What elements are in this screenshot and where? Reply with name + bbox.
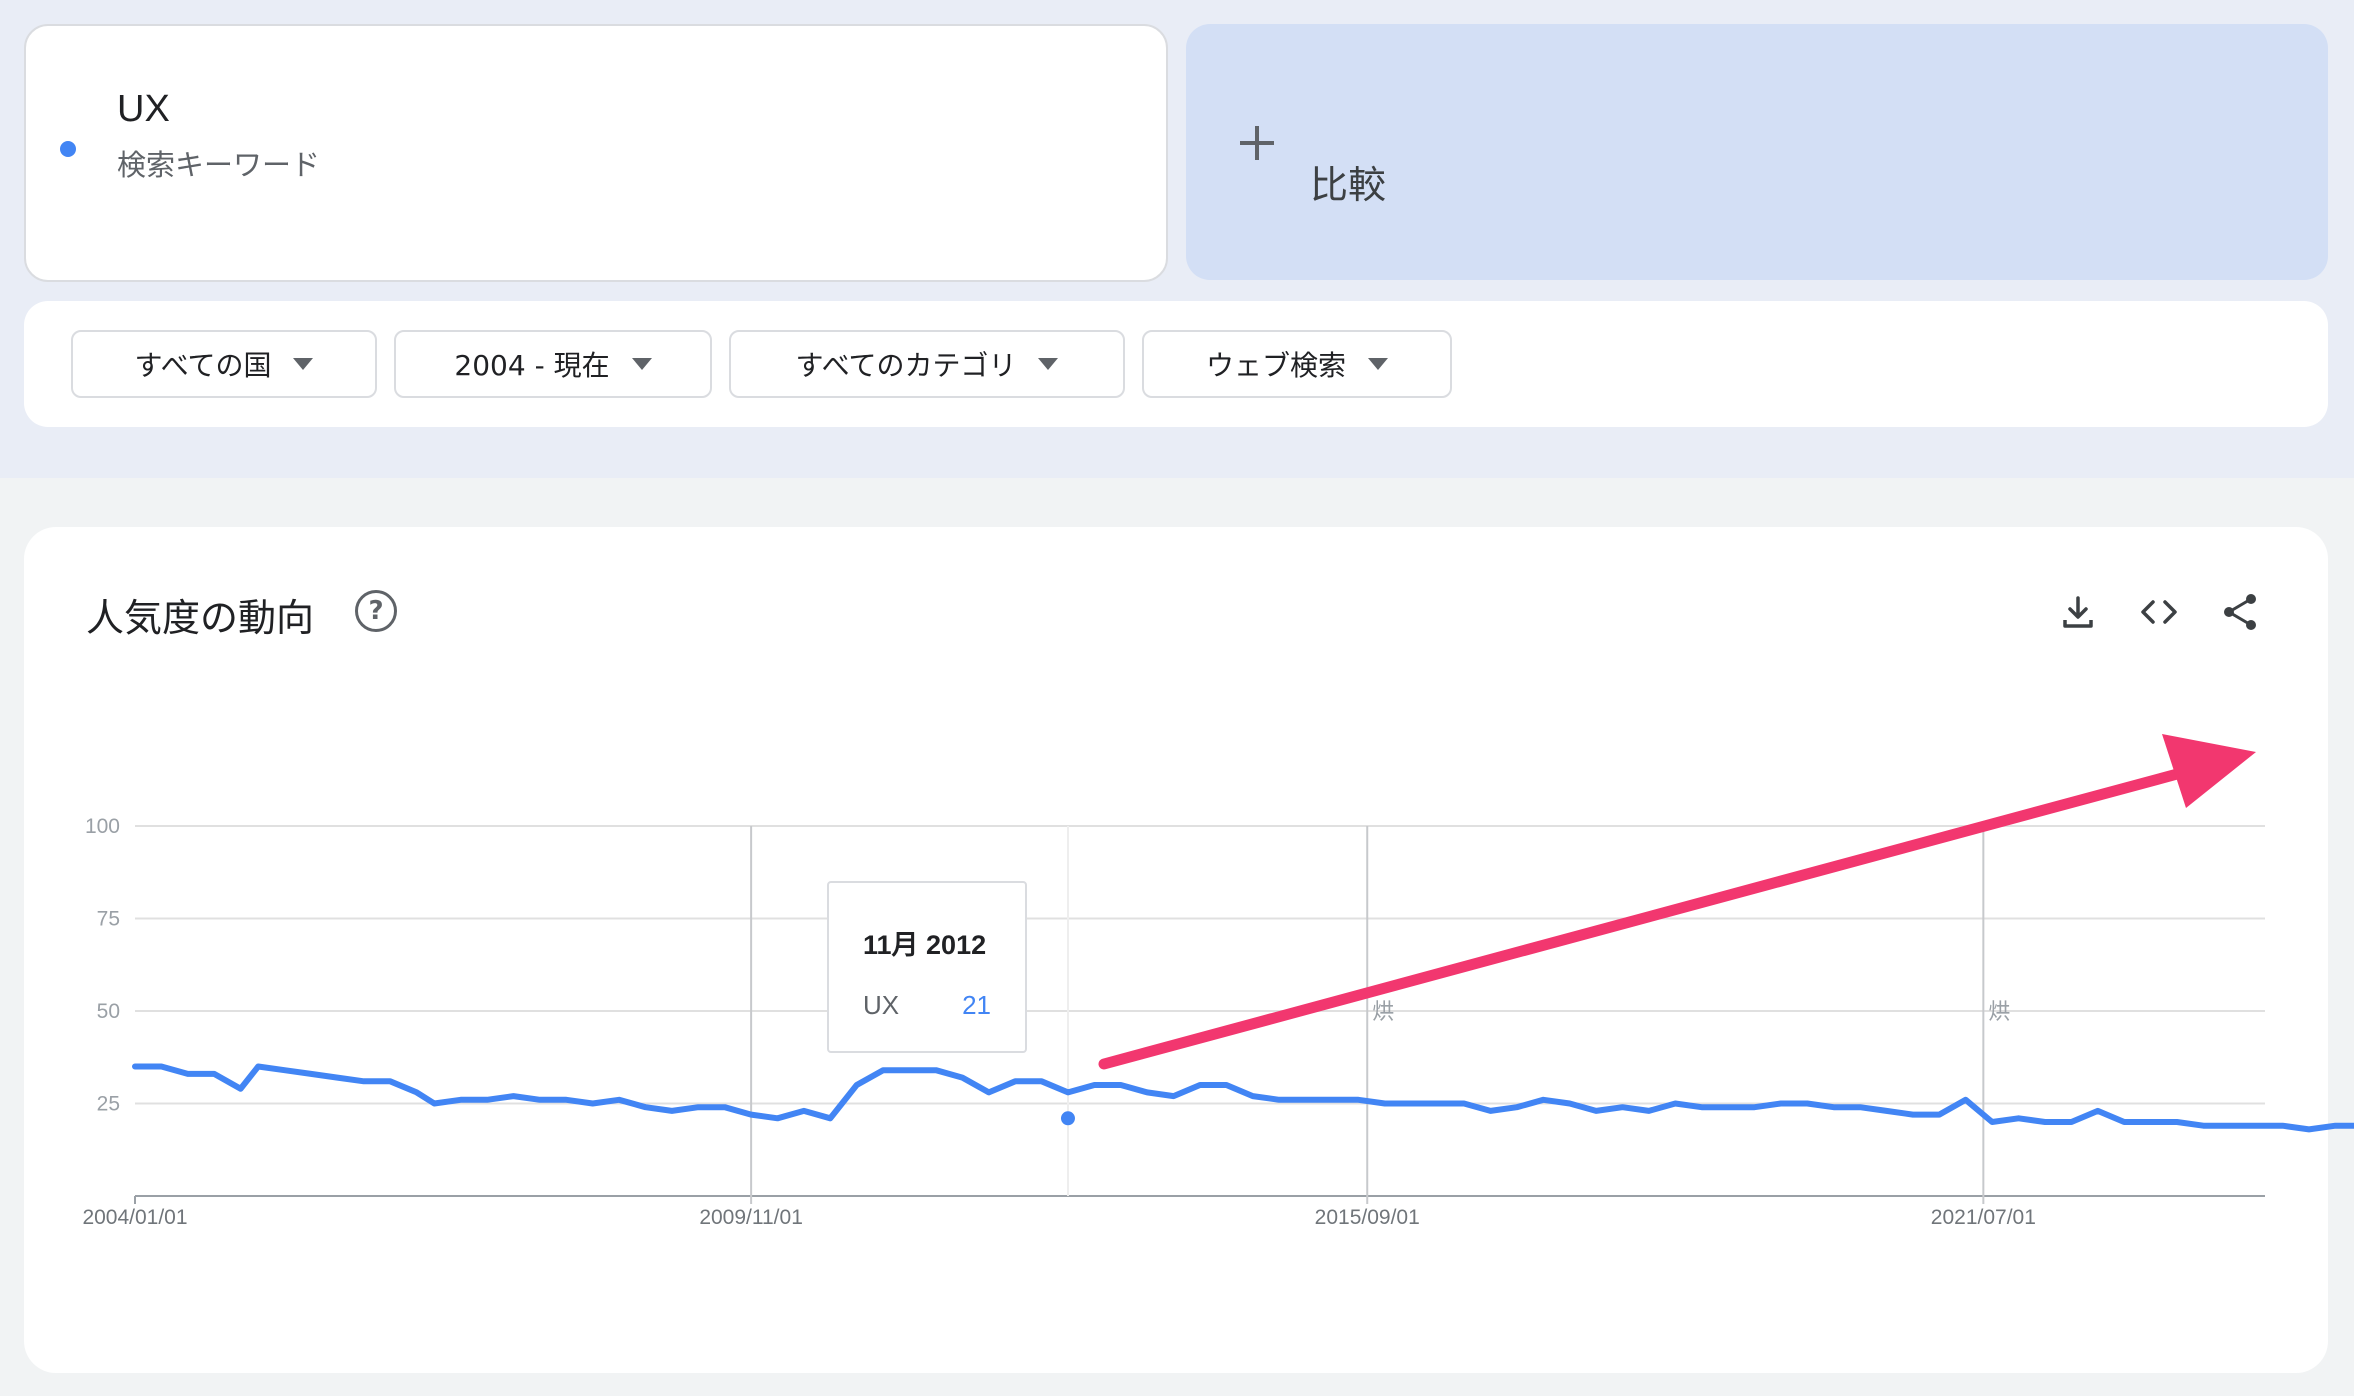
search-term-name[interactable]: UX <box>117 88 170 131</box>
caret-down-icon <box>631 358 652 370</box>
search-term-type: 検索キーワード <box>117 148 321 182</box>
filter-time-label: 2004 - 現在 <box>454 349 610 382</box>
plus-icon <box>1240 126 1274 160</box>
compare-label: 比較 <box>1310 163 1387 207</box>
help-circle-icon[interactable]: ? <box>355 590 397 632</box>
download-icon[interactable] <box>2056 590 2100 634</box>
interest-over-time-card <box>24 527 2328 1373</box>
filter-search-type-dropdown[interactable]: ウェブ検索 <box>1142 330 1452 398</box>
filter-search-type-label: ウェブ検索 <box>1205 349 1346 382</box>
embed-code-icon[interactable] <box>2137 590 2181 634</box>
tooltip-value: 21 <box>962 990 991 1020</box>
share-icon[interactable] <box>2218 590 2262 634</box>
compare-button[interactable]: 比較 <box>1186 24 2328 280</box>
chart-tooltip: 11月 2012 UX 21 <box>827 881 1027 1053</box>
chart-title: 人気度の動向 <box>86 596 315 640</box>
caret-down-icon <box>293 358 314 370</box>
series-color-dot <box>60 141 76 157</box>
caret-down-icon <box>1368 358 1388 370</box>
filter-category-label: すべてのカテゴリ <box>795 349 1017 382</box>
filter-category-dropdown[interactable]: すべてのカテゴリ <box>729 330 1125 398</box>
filter-region-dropdown[interactable]: すべての国 <box>71 330 377 398</box>
filter-region-label: すべての国 <box>134 349 272 382</box>
caret-down-icon <box>1038 358 1059 370</box>
filter-time-dropdown[interactable]: 2004 - 現在 <box>394 330 712 398</box>
tooltip-term: UX <box>863 990 900 1020</box>
tooltip-date: 11月 2012 <box>863 930 987 960</box>
